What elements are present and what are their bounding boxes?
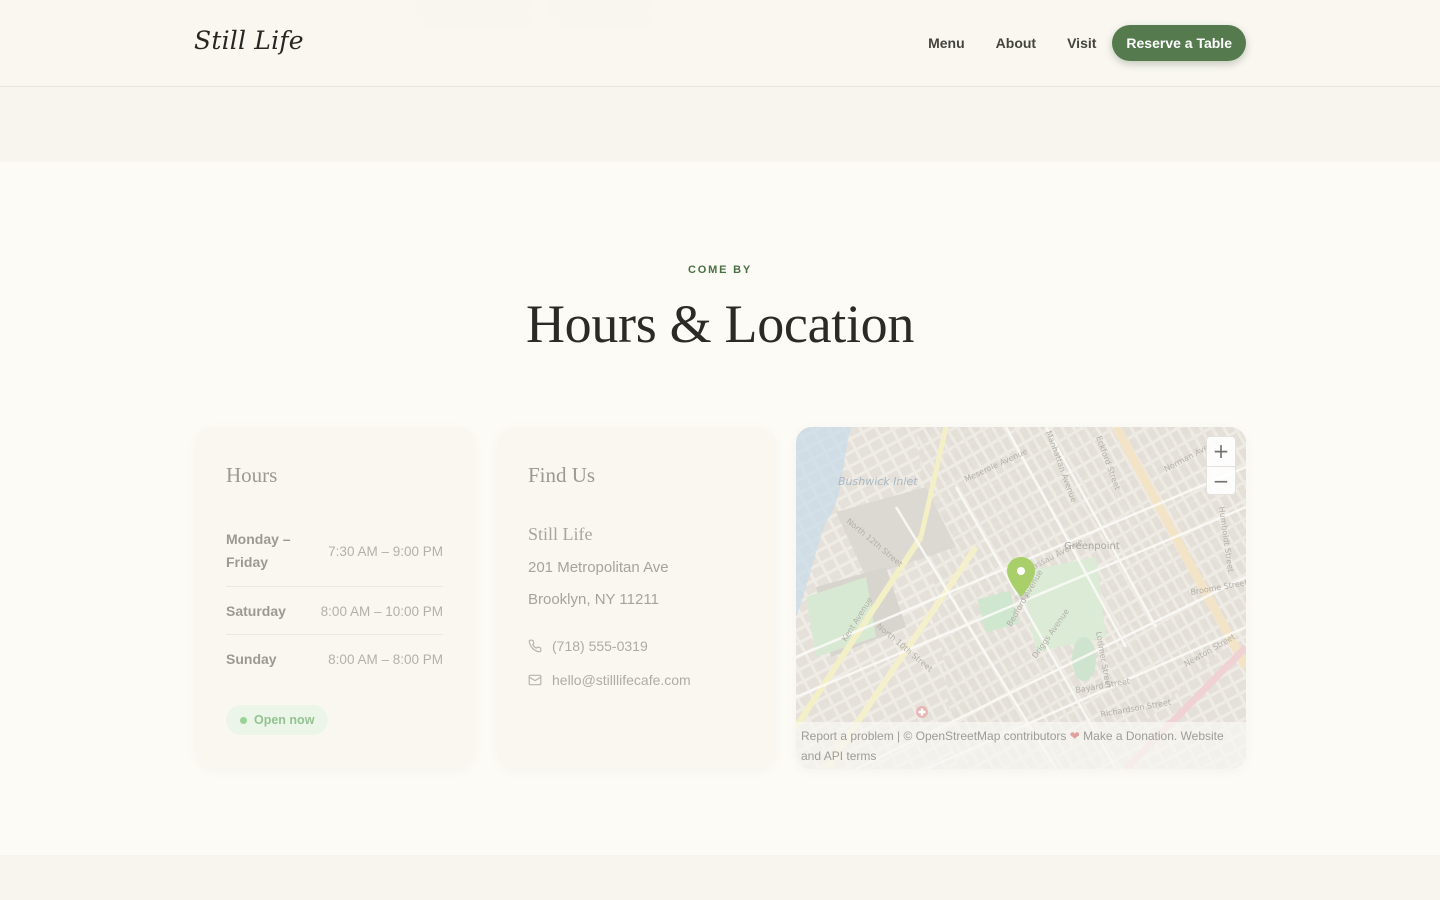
- map-label-text: Bushwick Inlet: [838, 475, 918, 488]
- hours-card-title: Hours: [226, 463, 278, 487]
- map-attribution-text[interactable]: Report a problem | © OpenStreetMap contr…: [801, 729, 1070, 743]
- hours-divider: [226, 634, 443, 635]
- place-name: Still Life: [528, 524, 593, 544]
- hospital-icon: [916, 706, 928, 718]
- site-logo[interactable]: Still Life: [194, 26, 304, 55]
- find-us-card: Find Us Still Life 201 Metropolitan Ave …: [497, 427, 776, 769]
- mail-icon: [528, 674, 542, 686]
- location-map[interactable]: Bushwick Inlet Greenpoint Kent Avenue Ba…: [796, 427, 1246, 769]
- hours-row-sunday: Sunday 8:00 AM – 8:00 PM: [226, 648, 443, 671]
- hours-time: 8:00 AM – 10:00 PM: [320, 604, 443, 619]
- zoom-out-button[interactable]: −: [1207, 466, 1235, 495]
- nav-about-link[interactable]: About: [996, 35, 1036, 51]
- hours-row-saturday: Saturday 8:00 AM – 10:00 PM: [226, 600, 443, 623]
- nav-menu-link[interactable]: Menu: [928, 35, 965, 51]
- hours-row-weekdays: Monday – Friday 7:30 AM – 9:00 PM: [226, 528, 443, 574]
- find-us-card-title: Find Us: [528, 463, 596, 487]
- open-status-badge: Open now: [226, 705, 329, 735]
- map-zoom-control: + −: [1206, 436, 1236, 495]
- hours-time: 7:30 AM – 9:00 PM: [328, 543, 443, 559]
- main-nav: Menu About Visit Reserve a Table: [928, 25, 1246, 61]
- hours-time: 8:00 AM – 8:00 PM: [328, 652, 443, 667]
- address-line-1: 201 Metropolitan Ave: [528, 559, 669, 576]
- hours-day: Monday – Friday: [226, 531, 291, 570]
- site-header: Still Life Menu About Visit Reserve a Ta…: [0, 0, 1440, 87]
- heart-icon: ❤: [1069, 729, 1080, 743]
- footer-band: [0, 855, 1440, 900]
- section-title: Hours & Location: [525, 294, 915, 354]
- reserve-table-button[interactable]: Reserve a Table: [1112, 25, 1246, 61]
- status-dot-icon: [240, 716, 247, 724]
- zoom-in-button[interactable]: +: [1207, 437, 1235, 466]
- hours-card: Hours Monday – Friday 7:30 AM – 9:00 PM …: [195, 427, 475, 769]
- phone-number: (718) 555-0319: [552, 638, 648, 654]
- section-eyebrow: COME BY: [688, 264, 752, 276]
- nav-visit-link[interactable]: Visit: [1067, 35, 1096, 51]
- email-link[interactable]: hello@stilllifecafe.com: [528, 672, 691, 688]
- hours-day: Sunday: [226, 651, 277, 667]
- open-status-label: Open now: [254, 713, 315, 727]
- map-attribution: Report a problem | © OpenStreetMap contr…: [796, 722, 1246, 769]
- map-tiles: Bushwick Inlet Greenpoint Kent Avenue Ba…: [796, 427, 1246, 769]
- hours-divider: [226, 586, 443, 587]
- hours-day: Saturday: [226, 603, 286, 619]
- phone-link[interactable]: (718) 555-0319: [528, 638, 648, 654]
- email-address: hello@stilllifecafe.com: [552, 672, 691, 688]
- address-line-2: Brooklyn, NY 11211: [528, 591, 659, 608]
- phone-icon: [528, 639, 542, 653]
